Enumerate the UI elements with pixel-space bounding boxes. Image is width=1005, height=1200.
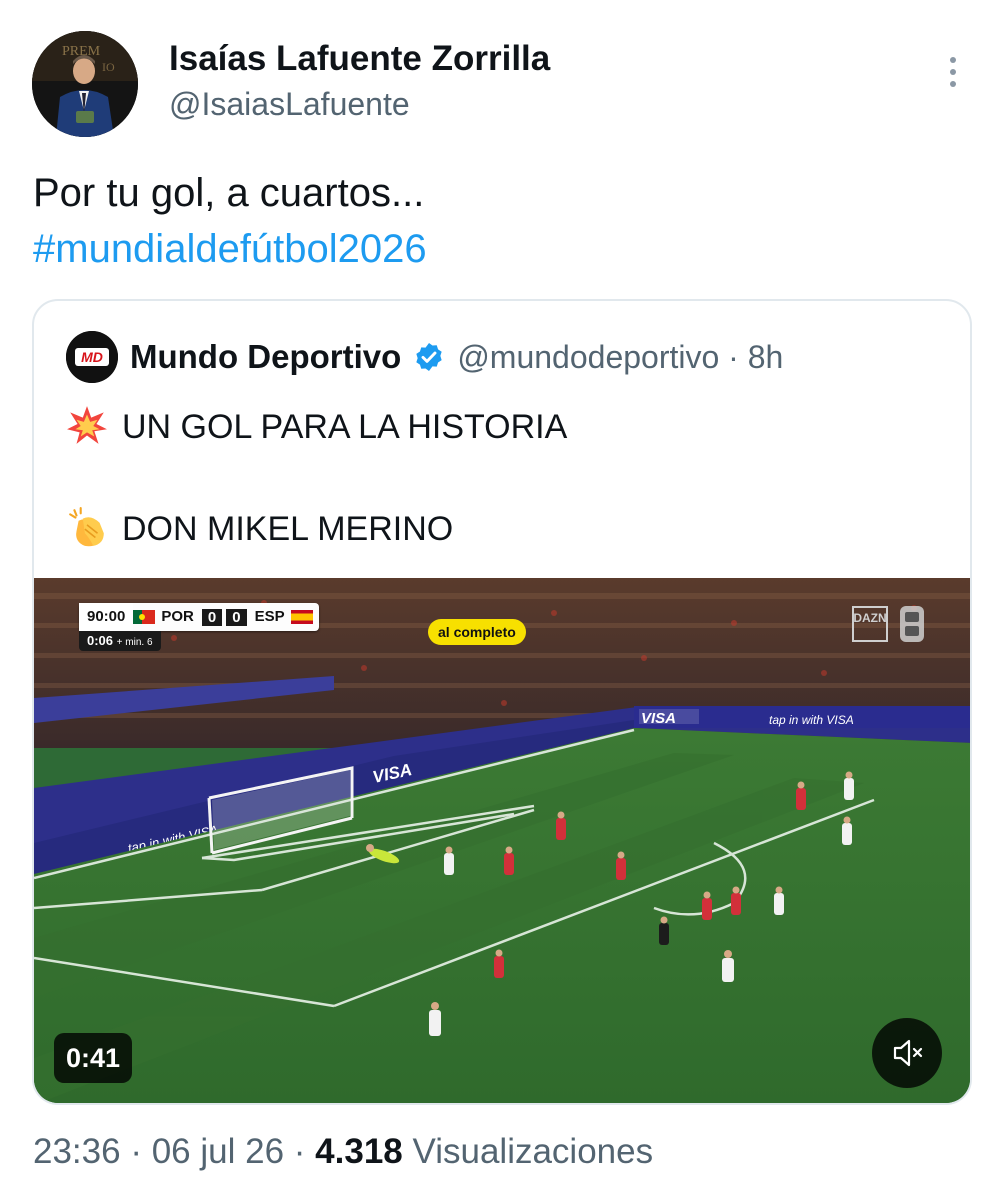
away-score: 0	[226, 608, 247, 626]
away-team: ESP	[254, 608, 285, 625]
quoted-line-1: UN GOL PARA LA HISTORIA	[66, 404, 567, 450]
more-options-button[interactable]	[933, 52, 973, 92]
quoted-author-handle[interactable]: @mundodeportivo · 8h	[457, 339, 783, 376]
quoted-avatar-text: MD	[81, 349, 103, 365]
tweet-date[interactable]: 06 jul 26	[152, 1132, 284, 1171]
quoted-tweet-header: Mundo Deportivo @mundodeportivo · 8h	[130, 334, 783, 380]
views-count: 4.318	[315, 1132, 403, 1171]
mute-toggle-button[interactable]	[872, 1018, 942, 1088]
author-handle[interactable]: @IsaiasLafuente	[169, 84, 410, 124]
video-duration: 0:41	[54, 1033, 133, 1083]
home-score: 0	[201, 608, 223, 626]
svg-text:IO: IO	[102, 60, 115, 74]
vertical-dots-icon	[950, 57, 956, 87]
pitch-ad-visa: VISA	[641, 710, 676, 727]
dazn-logo-icon: DAZN	[852, 606, 888, 642]
tweet-meta: 23:36 · 06 jul 26 · 4.318 Visualizacione…	[33, 1132, 654, 1171]
tweet-body: Por tu gol, a cuartos...	[33, 171, 425, 215]
quoted-line-2: DON MIKEL MERINO	[66, 506, 453, 552]
video-frame: VISA tap in with VISA VISA tap in with V…	[34, 578, 970, 1103]
scoreboard: 90:00 POR 0 0 ESP	[79, 603, 319, 631]
pitch-ad-tapin: tap in with VISA	[769, 713, 854, 727]
spain-flag-icon	[290, 610, 313, 624]
collision-emoji-icon	[67, 406, 107, 444]
speaker-muted-icon	[893, 1039, 923, 1067]
tweet-time[interactable]: 23:36	[33, 1132, 121, 1171]
quoted-author-avatar[interactable]: MD	[66, 331, 118, 383]
home-team: POR	[161, 608, 194, 625]
views-label: Visualizaciones	[412, 1132, 654, 1171]
quoted-tweet-card[interactable]: MD Mundo Deportivo @mundodeportivo · 8h …	[32, 299, 972, 1105]
quoted-author-name[interactable]: Mundo Deportivo	[130, 338, 401, 376]
verified-badge-icon	[413, 341, 445, 373]
author-display-name[interactable]: Isaías Lafuente Zorrilla	[169, 38, 550, 80]
competition-logo-icon	[900, 606, 924, 642]
author-avatar[interactable]: PREM IO	[32, 31, 138, 137]
hashtag-link[interactable]: #mundialdefútbol2026	[33, 221, 427, 277]
quoted-time: 8h	[747, 338, 784, 375]
tweet-text: Por tu gol, a cuartos... #mundialdefútbo…	[33, 165, 427, 277]
video-player[interactable]: VISA tap in with VISA VISA tap in with V…	[34, 578, 970, 1103]
full-match-tag: al completo	[428, 619, 526, 645]
portugal-flag-icon	[133, 610, 156, 624]
extra-time-indicator: 0:06 + min. 6	[79, 631, 161, 651]
match-clock: 90:00	[79, 603, 134, 631]
clapping-hands-emoji-icon	[69, 507, 104, 547]
broadcaster-logo-text: DAZN	[853, 611, 886, 625]
